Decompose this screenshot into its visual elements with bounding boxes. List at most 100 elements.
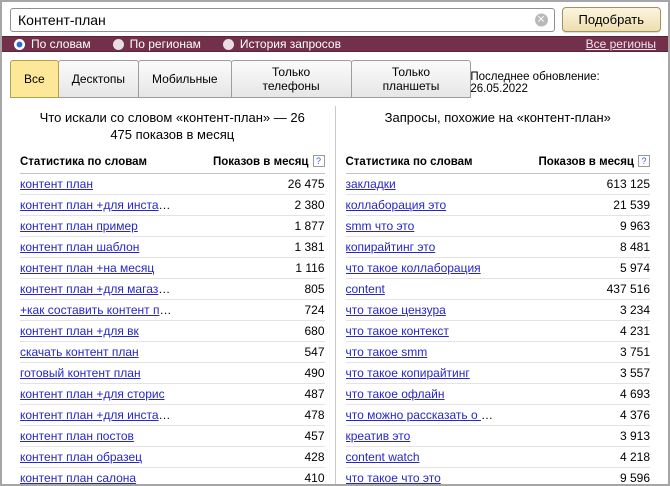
keyword-link[interactable]: контент план постов — [20, 429, 134, 443]
keyword-link[interactable]: контент план +для инстаграм — [20, 198, 172, 212]
keyword-link[interactable]: что такое копирайтинг — [346, 366, 470, 380]
impressions-value: 3 913 — [498, 426, 650, 447]
right-keywords-table: Статистика по словам Показов в месяц? за… — [346, 152, 651, 486]
impressions-value: 3 557 — [498, 363, 650, 384]
table-row: копирайтинг это 8 481 — [346, 237, 651, 258]
table-row: что такое офлайн 4 693 — [346, 384, 651, 405]
table-row: что такое копирайтинг 3 557 — [346, 363, 651, 384]
impressions-value: 5 974 — [498, 258, 650, 279]
mode-by-words[interactable]: По словам — [14, 37, 91, 51]
keyword-link[interactable]: smm что это — [346, 219, 415, 233]
mode-nav-bar: По словам По регионам История запросов В… — [2, 36, 668, 52]
impressions-value: 805 — [172, 279, 324, 300]
tab-phones-only[interactable]: Только телефоны — [231, 60, 352, 98]
impressions-value: 1 877 — [172, 216, 324, 237]
keyword-link[interactable]: контент план шаблон — [20, 240, 139, 254]
keyword-link[interactable]: что такое что это — [346, 471, 441, 485]
impressions-value: 9 596 — [498, 468, 650, 486]
impressions-value: 4 218 — [498, 447, 650, 468]
table-row: контент план образец 428 — [20, 447, 325, 468]
impressions-value: 428 — [172, 447, 324, 468]
radio-icon — [113, 39, 124, 50]
impressions-value: 4 376 — [498, 405, 650, 426]
table-row: контент план +на месяц 1 116 — [20, 258, 325, 279]
all-regions-link[interactable]: Все регионы — [586, 37, 656, 51]
table-row: контент план пример 1 877 — [20, 216, 325, 237]
keyword-link[interactable]: контент план +для вк — [20, 324, 139, 338]
table-row: что такое коллаборация 5 974 — [346, 258, 651, 279]
search-row: ✕ Подобрать — [2, 2, 668, 36]
impressions-value: 547 — [172, 342, 324, 363]
impressions-value: 9 963 — [498, 216, 650, 237]
keyword-link[interactable]: скачать контент план — [20, 345, 139, 359]
table-row: коллаборация это 21 539 — [346, 195, 651, 216]
keyword-link[interactable]: что можно рассказать о себе — [346, 408, 498, 422]
keyword-link[interactable]: контент план пример — [20, 219, 138, 233]
results-area: Что искали со словом «контент-план» — 26… — [2, 98, 668, 486]
table-row: контент план +для вк 680 — [20, 321, 325, 342]
table-row: smm что это 9 963 — [346, 216, 651, 237]
impressions-value: 8 481 — [498, 237, 650, 258]
table-row: контент план постов 457 — [20, 426, 325, 447]
mode-query-history[interactable]: История запросов — [223, 37, 341, 51]
table-row: контент план +для магазина 805 — [20, 279, 325, 300]
panel-similar-queries: Запросы, похожие на «контент-план» Стати… — [336, 106, 661, 486]
table-row: content watch 4 218 — [346, 447, 651, 468]
keyword-link[interactable]: что такое офлайн — [346, 387, 445, 401]
table-row: что такое smm 3 751 — [346, 342, 651, 363]
keyword-link[interactable]: контент план +для магазина — [20, 282, 172, 296]
impressions-value: 724 — [172, 300, 324, 321]
left-panel-title: Что искали со словом «контент-план» — 26… — [34, 110, 311, 144]
table-row: что такое цензура 3 234 — [346, 300, 651, 321]
impressions-value: 457 — [172, 426, 324, 447]
column-impressions-header: Показов в месяц? — [172, 152, 324, 174]
help-icon[interactable]: ? — [313, 155, 325, 167]
table-row: контент план +для инстаграмма 478 — [20, 405, 325, 426]
table-row: что такое что это 9 596 — [346, 468, 651, 486]
left-keywords-table: Статистика по словам Показов в месяц? ко… — [20, 152, 325, 486]
table-row: контент план салона 410 — [20, 468, 325, 486]
impressions-value: 1 116 — [172, 258, 324, 279]
keyword-link[interactable]: закладки — [346, 177, 396, 191]
submit-button[interactable]: Подобрать — [562, 7, 661, 32]
keyword-link[interactable]: контент план +для инстаграмма — [20, 408, 172, 422]
keyword-link[interactable]: что такое smm — [346, 345, 428, 359]
keyword-link[interactable]: копирайтинг это — [346, 240, 436, 254]
keyword-link[interactable]: что такое контекст — [346, 324, 449, 338]
search-input[interactable] — [10, 8, 555, 32]
keyword-link[interactable]: креатив это — [346, 429, 411, 443]
radio-icon — [223, 39, 234, 50]
keyword-link[interactable]: контент план +на месяц — [20, 261, 154, 275]
tab-all[interactable]: Все — [10, 60, 59, 98]
help-icon[interactable]: ? — [638, 155, 650, 167]
tab-mobile[interactable]: Мобильные — [138, 60, 232, 98]
keyword-link[interactable]: content — [346, 282, 385, 296]
impressions-value: 26 475 — [172, 174, 324, 195]
keyword-link[interactable]: +как составить контент план — [20, 303, 172, 317]
impressions-value: 478 — [172, 405, 324, 426]
tab-desktops[interactable]: Десктопы — [58, 60, 139, 98]
keyword-link[interactable]: content watch — [346, 450, 420, 464]
tab-tablets-only[interactable]: Только планшеты — [351, 60, 472, 98]
mode-label: По регионам — [130, 37, 201, 51]
impressions-value: 680 — [172, 321, 324, 342]
clear-icon[interactable]: ✕ — [535, 13, 548, 26]
keyword-link[interactable]: что такое коллаборация — [346, 261, 481, 275]
keyword-link[interactable]: контент план — [20, 177, 93, 191]
mode-label: По словам — [31, 37, 91, 51]
keyword-link[interactable]: контент план образец — [20, 450, 142, 464]
right-panel-title: Запросы, похожие на «контент-план» — [360, 110, 637, 144]
keyword-link[interactable]: коллаборация это — [346, 198, 447, 212]
table-row: контент план шаблон 1 381 — [20, 237, 325, 258]
keyword-link[interactable]: контент план салона — [20, 471, 136, 485]
impressions-value: 410 — [172, 468, 324, 486]
impressions-value: 487 — [172, 384, 324, 405]
keyword-link[interactable]: готовый контент план — [20, 366, 141, 380]
impressions-value: 4 693 — [498, 384, 650, 405]
mode-by-regions[interactable]: По регионам — [113, 37, 201, 51]
mode-label: История запросов — [240, 37, 341, 51]
panel-searched-with-word: Что искали со словом «контент-план» — 26… — [10, 106, 336, 486]
keyword-link[interactable]: что такое цензура — [346, 303, 446, 317]
keyword-link[interactable]: контент план +для сторис — [20, 387, 165, 401]
table-row: что такое контекст 4 231 — [346, 321, 651, 342]
